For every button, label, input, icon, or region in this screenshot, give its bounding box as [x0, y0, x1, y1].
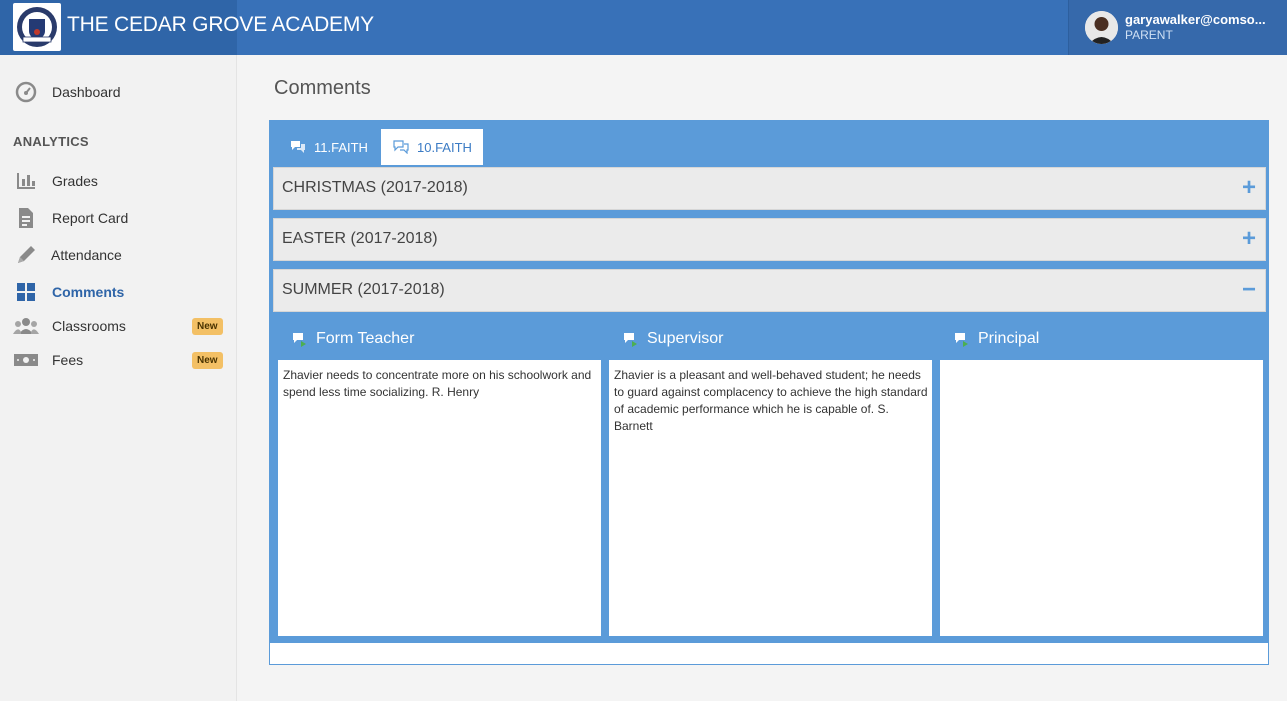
comments-icon: [290, 140, 306, 154]
brand-area: THE CEDAR GROVE ACADEMY: [0, 0, 374, 55]
sidebar-item-label: Classrooms: [52, 318, 126, 334]
pencil-icon: [13, 244, 39, 266]
school-logo[interactable]: [13, 3, 61, 51]
term-label: CHRISTMAS (2017-2018): [282, 179, 468, 196]
comment-icon: [954, 332, 970, 347]
top-header: THE CEDAR GROVE ACADEMY garyawalker@coms…: [0, 0, 1287, 55]
sidebar-item-dashboard[interactable]: Dashboard: [0, 75, 236, 109]
tab-label: 10.FAITH: [417, 139, 472, 155]
tab-11-faith[interactable]: 11.FAITH: [280, 129, 380, 165]
card-header: Form Teacher: [278, 318, 601, 360]
sidebar-item-grades[interactable]: Grades: [0, 164, 236, 198]
dashboard-icon: [13, 81, 39, 103]
term-christmas-header[interactable]: CHRISTMAS (2017-2018) +: [273, 167, 1266, 210]
sidebar-item-fees[interactable]: Fees New: [0, 343, 236, 377]
comment-card-supervisor: Supervisor Zhavier is a pleasant and wel…: [607, 316, 934, 638]
term-easter-header[interactable]: EASTER (2017-2018) +: [273, 218, 1266, 261]
tab-label: 11.FAITH: [314, 139, 368, 155]
comments-icon: [393, 140, 409, 154]
comment-text: Zhavier is a pleasant and well-behaved s…: [614, 368, 928, 433]
tab-10-faith[interactable]: 10.FAITH: [381, 129, 483, 165]
comment-card-principal: Principal: [938, 316, 1265, 638]
card-title: Principal: [978, 330, 1040, 347]
sidebar-item-report-card[interactable]: Report Card: [0, 201, 236, 235]
money-icon: [13, 349, 39, 371]
expand-icon[interactable]: +: [1242, 175, 1256, 201]
term-summer-header[interactable]: SUMMER (2017-2018) −: [273, 269, 1266, 312]
grid-icon: [13, 281, 39, 303]
user-role: PARENT: [1125, 28, 1173, 42]
card-title: Supervisor: [647, 330, 724, 347]
new-badge: New: [192, 317, 223, 335]
comments-panel: 11.FAITH 10.FAITH CHRISTMAS (2017-2018) …: [269, 120, 1269, 665]
user-email: garyawalker@comso...: [1125, 12, 1266, 27]
comment-text: Zhavier needs to concentrate more on his…: [283, 368, 592, 399]
sidebar-item-label: Fees: [52, 352, 84, 368]
sidebar-item-label: Attendance: [51, 247, 122, 263]
card-title: Form Teacher: [316, 330, 415, 347]
term-label: SUMMER (2017-2018): [282, 281, 445, 298]
new-badge: New: [192, 351, 223, 369]
sidebar-item-label: Grades: [52, 173, 98, 189]
sidebar-item-label: Dashboard: [52, 84, 121, 100]
sidebar-item-comments[interactable]: Comments: [0, 275, 236, 309]
comment-icon: [292, 332, 308, 347]
card-header: Supervisor: [609, 318, 932, 360]
panel-footer: [270, 643, 1268, 664]
user-avatar[interactable]: [1085, 11, 1118, 44]
sidebar-item-attendance[interactable]: Attendance: [0, 238, 236, 272]
app-title: THE CEDAR GROVE ACADEMY: [67, 13, 374, 36]
section-title-analytics: ANALYTICS: [13, 134, 89, 149]
sidebar-item-label: Report Card: [52, 210, 129, 226]
comment-card-form-teacher: Form Teacher Zhavier needs to concentrat…: [276, 316, 603, 638]
comment-icon: [623, 332, 639, 347]
collapse-icon[interactable]: −: [1242, 277, 1256, 303]
bar-chart-icon: [13, 170, 39, 192]
sidebar-item-classrooms[interactable]: Classrooms New: [0, 309, 236, 343]
term-summer-body: Form Teacher Zhavier needs to concentrat…: [273, 313, 1266, 641]
sidebar-item-label: Comments: [52, 284, 125, 300]
card-header: Principal: [940, 318, 1263, 360]
page-title: Comments: [274, 77, 371, 99]
sidebar: Dashboard ANALYTICS Grades Report Card A…: [0, 55, 237, 701]
expand-icon[interactable]: +: [1242, 226, 1256, 252]
users-icon: [13, 315, 39, 337]
user-menu[interactable]: garyawalker@comso... PARENT: [1068, 0, 1287, 55]
report-card-icon: [13, 207, 39, 229]
term-label: EASTER (2017-2018): [282, 230, 438, 247]
